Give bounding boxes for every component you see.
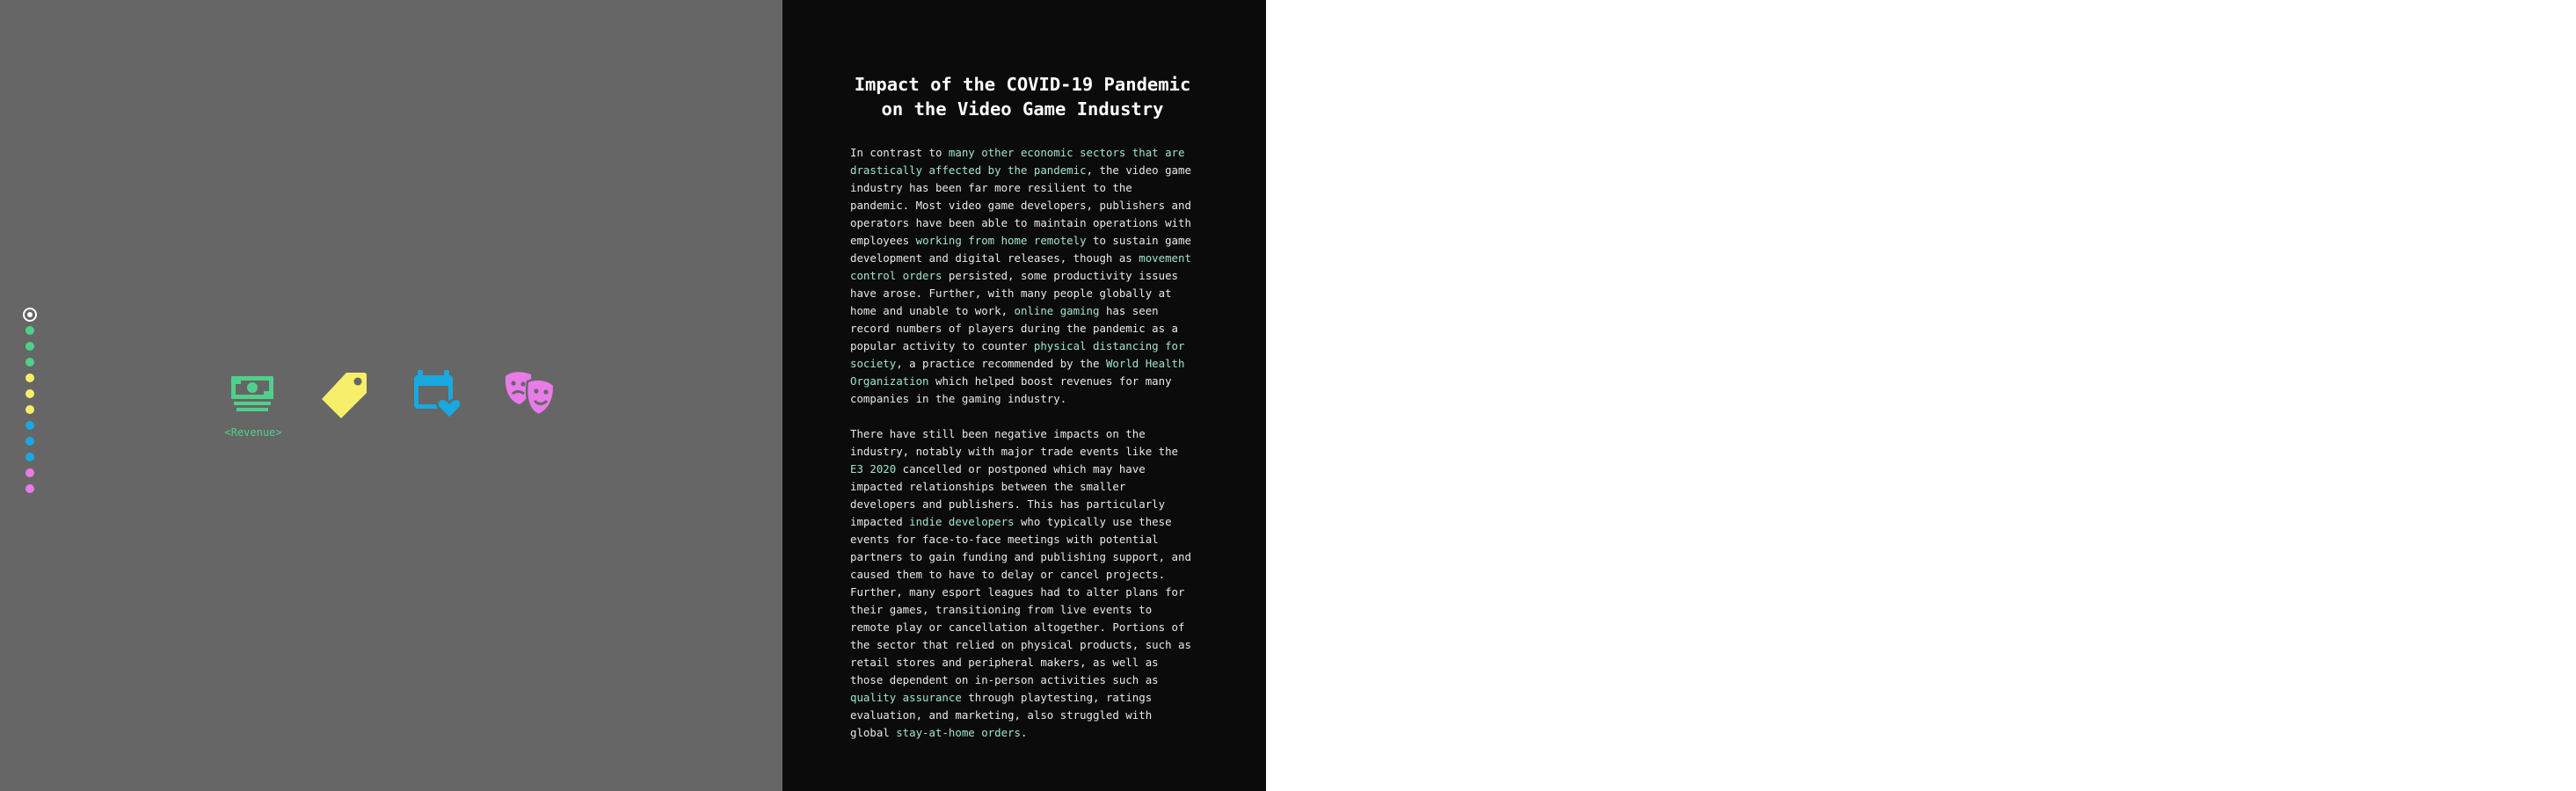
nav-dot[interactable] — [25, 453, 34, 461]
article-link[interactable]: online gaming — [1015, 304, 1100, 317]
article-link[interactable]: stay-at-home orders — [896, 726, 1021, 739]
money-icon[interactable] — [226, 367, 279, 420]
icon-active-label: <Revenue> — [224, 426, 282, 439]
article-text: . — [1020, 726, 1028, 739]
article-text: , a practice recommended by the — [896, 357, 1106, 370]
article-title: Impact of the COVID-19 Pandemic on the V… — [854, 74, 1191, 120]
nav-dot[interactable] — [25, 358, 34, 366]
article-text: In contrast to — [850, 146, 949, 159]
nav-dot[interactable] — [25, 374, 34, 382]
nav-dot[interactable] — [25, 326, 34, 335]
article-paragraph-1: In contrast to many other economic secto… — [850, 144, 1195, 408]
nav-dot[interactable] — [25, 405, 34, 414]
article: Impact of the COVID-19 Pandemic on the V… — [850, 72, 1195, 759]
article-link[interactable]: E3 2020 — [850, 462, 896, 475]
article-paragraph-2: There have still been negative impacts o… — [850, 425, 1195, 742]
nav-dot[interactable] — [25, 484, 34, 493]
article-link[interactable]: working from home remotely — [916, 234, 1087, 247]
nav-dot[interactable] — [25, 421, 34, 430]
theater-masks-icon[interactable] — [503, 367, 556, 420]
nav-dot[interactable] — [25, 437, 34, 446]
nav-dot[interactable] — [25, 389, 34, 398]
price-tag-icon[interactable] — [318, 367, 371, 420]
calendar-heart-icon[interactable] — [411, 367, 463, 420]
nav-dot-active[interactable] — [23, 308, 37, 322]
nav-dot[interactable] — [25, 468, 34, 477]
article-text: There have still been negative impacts o… — [850, 427, 1178, 458]
blank-panel — [1266, 0, 2576, 791]
article-text: who typically use these events for face-… — [850, 515, 1191, 686]
nav-dot[interactable] — [25, 342, 34, 351]
article-link[interactable]: quality assurance — [850, 691, 962, 704]
left-panel: <Revenue> — [0, 0, 782, 791]
article-link[interactable]: indie developers — [909, 515, 1014, 528]
